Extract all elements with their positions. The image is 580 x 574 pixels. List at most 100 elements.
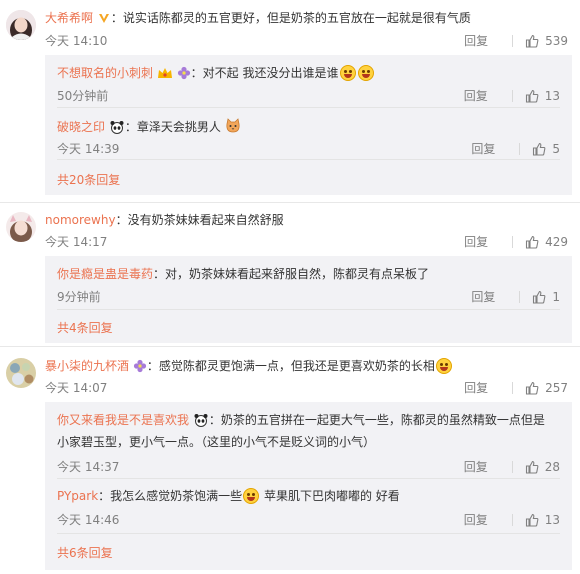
laugh-cry-emoji-icon [357,65,374,81]
panda-badge-icon [110,121,124,134]
separator [512,35,514,47]
more-replies-link[interactable]: 共6条回复 [57,545,113,561]
grin-emoji-icon [435,358,452,374]
avatar[interactable] [6,358,36,388]
avatar-image [6,358,36,388]
comment-actions: 回复 539 [464,33,568,49]
reply-button[interactable]: 回复 [471,141,495,157]
comment-actions: 回复 257 [464,380,568,396]
separator [512,382,514,394]
sub-reply-line: 破晓之印 ：章泽天会挑男人 [57,118,241,135]
like-count: 28 [544,460,560,474]
divider [57,478,560,479]
more-replies-link[interactable]: 共4条回复 [57,320,113,336]
comment: nomorewhy：没有奶茶妹妹看起来自然舒服 今天 14:17 回复 429 … [0,202,580,343]
sub-reply-text: ：对不起 我还没分出谁是谁 [190,66,339,80]
separator [512,236,514,248]
sub-reply-text: ：奶茶的五官拼在一起更大气一些，陈都灵的虽然精致一点但是 [208,413,545,427]
like-thumb-icon[interactable] [525,460,539,474]
sub-reply-text: ：对，奶茶妹妹看起来舒服自然，陈都灵有点呆板了 [153,267,430,281]
reply-thread: 你又来看我是不是喜欢我 ：奶茶的五官拼在一起更大气一些，陈都灵的虽然精致一点但是… [45,402,572,570]
comment-text: ：说实话陈都灵的五官更好，但是奶茶的五官放在一起就是很有气质 [110,11,471,25]
laugh-cry-emoji-icon [243,488,260,504]
separator [519,291,521,303]
separator [511,514,513,526]
reply-button[interactable]: 回复 [464,380,488,396]
verified-v-icon [98,14,109,23]
flower-badge-icon [177,66,190,80]
sub-reply-line: 你是瘾是蛊是毒药：对，奶茶妹妹看起来舒服自然，陈都灵有点呆板了 [57,266,429,282]
comment-line: nomorewhy：没有奶茶妹妹看起来自然舒服 [45,212,284,228]
reply-thread: 你是瘾是蛊是毒药：对，奶茶妹妹看起来舒服自然，陈都灵有点呆板了 9分钟前 回复 … [45,256,572,343]
comment-actions: 回复 429 [464,234,568,250]
divider [57,309,560,310]
username-link[interactable]: 暴小柒的九杯酒 [45,359,129,373]
like-count: 429 [545,235,568,249]
separator [511,90,513,102]
sub-reply-time: 今天 14:46 [57,513,120,527]
reply-button[interactable]: 回复 [464,459,488,475]
comment-time: 今天 14:10 [45,34,108,48]
like-thumb-icon[interactable] [532,290,546,304]
comment-text: ：没有奶茶妹妹看起来自然舒服 [115,213,284,227]
username-link[interactable]: nomorewhy [45,213,116,227]
username-link[interactable]: 你是瘾是蛊是毒药 [57,267,153,281]
sub-reply-text: 小家碧玉型，更小气一点。（这里的小气不是贬义词的小气） [57,435,376,449]
comment-line: 大希希啊 ：说实话陈都灵的五官更好，但是奶茶的五官放在一起就是很有气质 [45,10,471,26]
sub-reply-line: 不想取名的小刺刺 ：对不起 我还没分出谁是谁 [57,65,375,81]
comment-line: 暴小柒的九杯酒 ：感觉陈都灵更饱满一点，但我还是更喜欢奶茶的长相 [45,358,453,374]
sub-reply-time: 9分钟前 [57,290,101,304]
sub-reply-text-after: 苹果肌下巴肉嘟嘟的 好看 [260,489,400,503]
like-thumb-icon[interactable] [525,34,539,48]
like-thumb-icon[interactable] [525,89,539,103]
sub-reply-line-continued: 小家碧玉型，更小气一点。（这里的小气不是贬义词的小气） [57,434,375,450]
laugh-cry-emoji-icon [339,65,356,81]
divider [57,533,560,534]
sub-reply-time: 今天 14:39 [57,142,120,156]
like-thumb-icon[interactable] [525,381,539,395]
avatar-image [6,212,36,242]
sub-reply-time: 50分钟前 [57,89,109,103]
like-count: 13 [544,89,560,103]
reply-button[interactable]: 回复 [464,88,488,104]
sub-reply-actions: 回复 1 [471,289,560,305]
sub-reply-text: ：章泽天会挑男人 [124,120,221,134]
like-thumb-icon[interactable] [525,235,539,249]
like-thumb-icon[interactable] [532,142,546,156]
reply-button[interactable]: 回复 [471,289,495,305]
username-link[interactable]: 不想取名的小刺刺 [57,66,153,80]
username-link[interactable]: 你又来看我是不是喜欢我 [57,413,189,427]
comment: 暴小柒的九杯酒 ：感觉陈都灵更饱满一点，但我还是更喜欢奶茶的长相 今天 14:0… [0,346,580,574]
like-count: 257 [545,381,568,395]
reply-thread: 不想取名的小刺刺 ：对不起 我还没分出谁是谁 50分钟前 回复 13 破晓之印 … [45,55,572,195]
comment-time: 今天 14:07 [45,381,108,395]
like-count: 13 [544,513,560,527]
comment-time: 今天 14:17 [45,235,108,249]
sub-reply-line: PYpark：我怎么感觉奶茶饱满一些 苹果肌下巴肉嘟嘟的 好看 [57,488,400,504]
more-replies-link[interactable]: 共20条回复 [57,172,120,188]
avatar[interactable] [6,10,36,40]
sub-reply-actions: 回复 5 [471,141,560,157]
like-thumb-icon[interactable] [525,513,539,527]
like-count: 539 [545,34,568,48]
reply-button[interactable]: 回复 [464,33,488,49]
sub-reply-actions: 回复 13 [464,88,560,104]
username-link[interactable]: 破晓之印 [57,120,105,134]
like-count: 1 [552,290,560,304]
separator [511,461,513,473]
comment: 大希希啊 ：说实话陈都灵的五官更好，但是奶茶的五官放在一起就是很有气质 今天 1… [0,0,580,200]
divider [57,107,560,108]
reply-button[interactable]: 回复 [464,234,488,250]
reply-button[interactable]: 回复 [464,512,488,528]
comment-text: ：感觉陈都灵更饱满一点，但我还是更喜欢奶茶的长相 [146,359,435,373]
username-link[interactable]: PYpark [57,489,98,503]
sub-reply-text: ：我怎么感觉奶茶饱满一些 [98,489,243,503]
flower-badge-icon [133,359,146,373]
separator [519,143,521,155]
avatar[interactable] [6,212,36,242]
avatar-image [6,10,36,40]
panda-badge-icon [194,414,208,427]
sub-reply-actions: 回复 13 [464,512,560,528]
username-link[interactable]: 大希希啊 [45,11,93,25]
sub-reply-time: 今天 14:37 [57,460,120,474]
